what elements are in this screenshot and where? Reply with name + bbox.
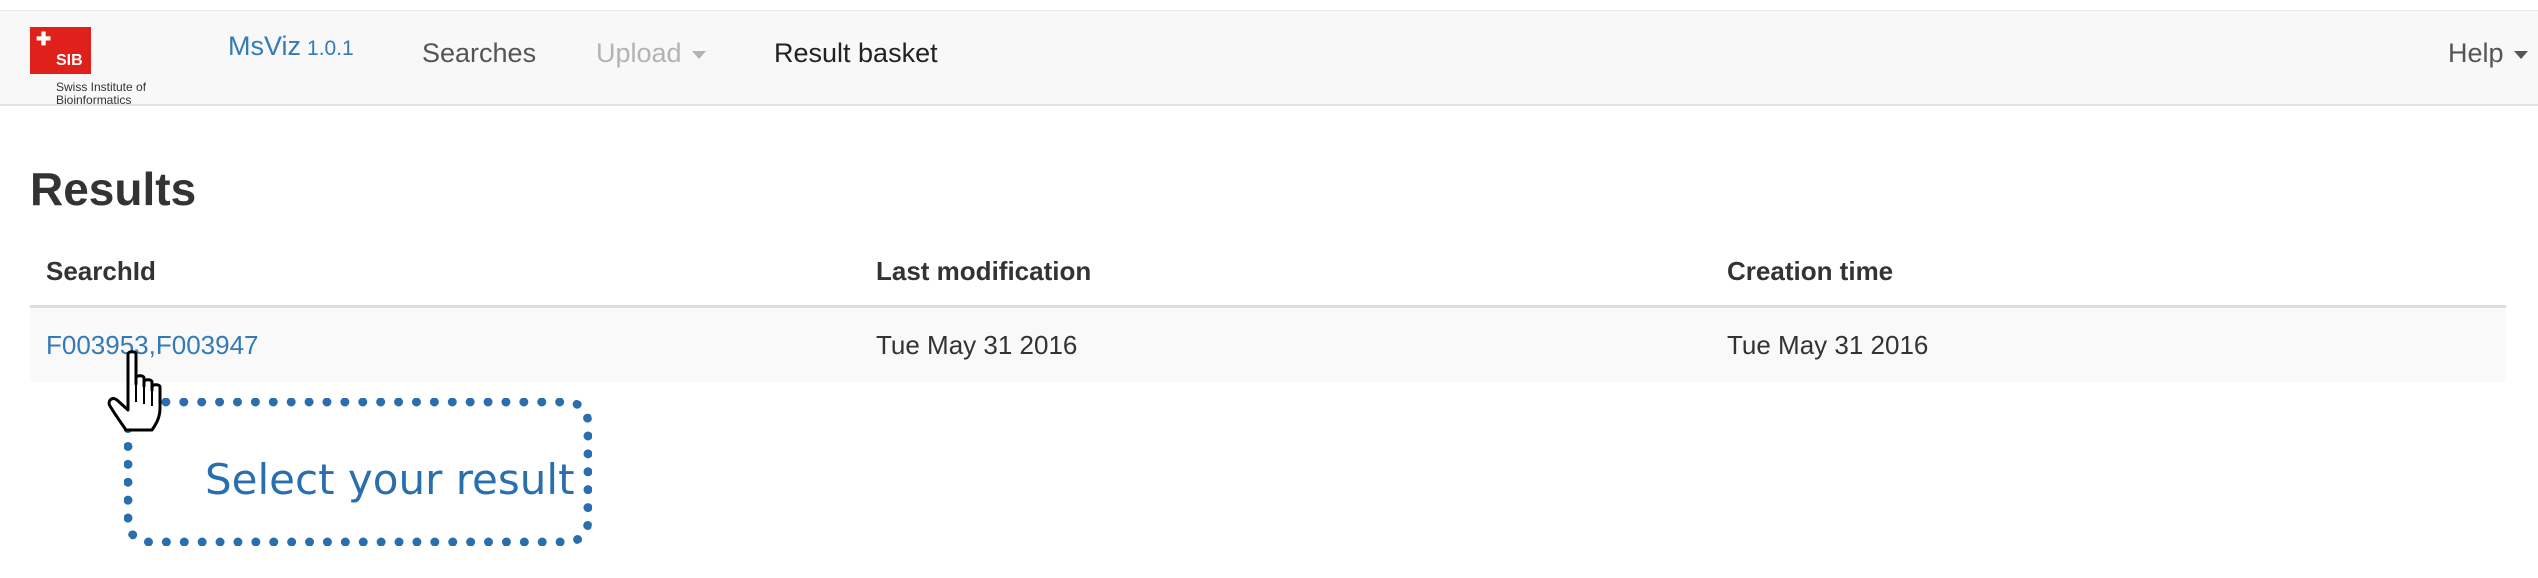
nav-upload-dropdown[interactable]: Upload: [596, 38, 706, 69]
nav-help-dropdown[interactable]: Help: [2448, 38, 2528, 69]
brand-version: 1.0.1: [307, 37, 354, 60]
sib-logo[interactable]: ✚ SIB Swiss Institute of Bioinformatics: [30, 27, 190, 111]
results-table: SearchId Last modification Creation time…: [30, 244, 2506, 382]
logo-text: Swiss Institute of Bioinformatics: [56, 80, 147, 107]
page-title: Results: [30, 163, 197, 215]
sib-logo-mark: ✚ SIB: [30, 27, 91, 74]
chevron-down-icon: [2513, 50, 2528, 59]
cross-icon: ✚: [36, 29, 52, 49]
navbar: ✚ SIB Swiss Institute of Bioinformatics …: [0, 10, 2538, 107]
logo-abbr: SIB: [56, 52, 83, 69]
table-row: F003953,F003947 Tue May 31 2016 Tue May …: [30, 308, 2506, 382]
annotation-callout: Select your result: [124, 398, 592, 546]
creation-time-cell: Tue May 31 2016: [1727, 330, 1929, 360]
column-header-creation-time: Creation time: [1727, 256, 1894, 286]
nav-result-basket-label: Result basket: [774, 38, 938, 68]
hand-pointer-icon: [107, 350, 162, 432]
column-header-searchid: SearchId: [46, 256, 156, 286]
chevron-down-icon: [691, 50, 706, 59]
brand-link[interactable]: MsViz 1.0.1: [228, 31, 354, 62]
nav-upload-label: Upload: [596, 38, 682, 68]
nav-searches[interactable]: Searches: [422, 38, 536, 69]
column-header-last-modification: Last modification: [876, 256, 1092, 286]
table-header: SearchId Last modification Creation time: [30, 244, 2506, 308]
nav-result-basket[interactable]: Result basket: [774, 38, 938, 69]
callout-text: Select your result: [205, 455, 575, 504]
nav-searches-label: Searches: [422, 38, 537, 68]
brand-name: MsViz: [228, 31, 302, 61]
nav-help-label: Help: [2448, 38, 2504, 68]
last-modification-cell: Tue May 31 2016: [876, 330, 1078, 360]
